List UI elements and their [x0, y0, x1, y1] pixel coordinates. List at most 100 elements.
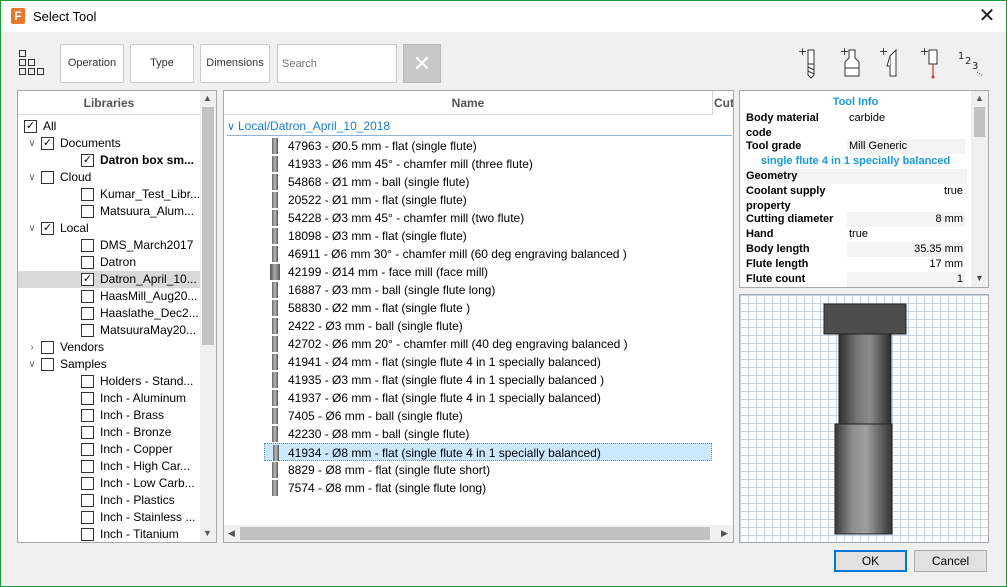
scroll-thumb[interactable]: [974, 107, 985, 137]
library-checkbox[interactable]: [41, 171, 54, 184]
tool-row[interactable]: 7574 - Ø8 mm - flat (single flute long): [268, 479, 712, 497]
library-item[interactable]: HaasMill_Aug20...: [18, 288, 200, 305]
library-checkbox[interactable]: [81, 392, 94, 405]
chevron-down-icon[interactable]: ∨: [18, 118, 20, 135]
scroll-down-icon[interactable]: ▼: [200, 526, 215, 541]
library-checkbox[interactable]: [81, 511, 94, 524]
library-checkbox[interactable]: ✓: [41, 137, 54, 150]
chevron-right-icon[interactable]: ›: [27, 339, 37, 356]
tool-row[interactable]: 41937 - Ø6 mm - flat (single flute 4 in …: [268, 389, 712, 407]
add-probe-icon[interactable]: +: [919, 46, 943, 80]
group-collapse-icon[interactable]: ∨: [227, 120, 235, 133]
library-checkbox[interactable]: [81, 426, 94, 439]
library-item[interactable]: ∨ ✓ Documents: [18, 135, 200, 152]
library-checkbox[interactable]: [81, 409, 94, 422]
library-checkbox[interactable]: [81, 205, 94, 218]
library-checkbox[interactable]: [81, 307, 94, 320]
tool-row[interactable]: 54868 - Ø1 mm - ball (single flute): [268, 173, 712, 191]
tool-row[interactable]: 46911 - Ø6 mm 30° - chamfer mill (60 deg…: [268, 245, 712, 263]
library-item[interactable]: Inch - Stainless ...: [18, 509, 200, 526]
library-item[interactable]: › Vendors: [18, 339, 200, 356]
scroll-up-icon[interactable]: ▲: [200, 91, 215, 106]
library-checkbox[interactable]: ✓: [24, 120, 37, 133]
library-item[interactable]: MatsuuraMay20...: [18, 322, 200, 339]
tool-list-hscrollbar[interactable]: ◀ ▶: [224, 525, 733, 542]
library-item[interactable]: Holders - Stand...: [18, 373, 200, 390]
add-mill-icon[interactable]: +: [797, 46, 821, 80]
renumber-icon[interactable]: 1 2 3: [957, 46, 985, 80]
tool-row[interactable]: 2422 - Ø3 mm - ball (single flute): [268, 317, 712, 335]
group-row[interactable]: ∨ Local/Datron_April_10_2018: [227, 118, 732, 136]
library-checkbox[interactable]: ✓: [41, 222, 54, 235]
library-checkbox[interactable]: [81, 528, 94, 541]
view-grid-icon[interactable]: [18, 49, 48, 77]
chevron-down-icon[interactable]: ∨: [27, 169, 37, 186]
tool-preview[interactable]: [739, 294, 989, 543]
cancel-button[interactable]: Cancel: [914, 550, 987, 572]
tool-row[interactable]: 8829 - Ø8 mm - flat (single flute short): [268, 461, 712, 479]
library-checkbox[interactable]: [81, 290, 94, 303]
library-item[interactable]: Inch - Titanium: [18, 526, 200, 543]
scroll-left-icon[interactable]: ◀: [224, 526, 239, 541]
library-checkbox[interactable]: [81, 256, 94, 269]
tool-row[interactable]: 58830 - Ø2 mm - flat (single flute ): [268, 299, 712, 317]
chevron-down-icon[interactable]: ∨: [27, 135, 37, 152]
library-checkbox[interactable]: [81, 239, 94, 252]
cut-column-header[interactable]: Cut: [714, 91, 733, 115]
chevron-down-icon[interactable]: ∨: [27, 220, 37, 237]
tool-info-scrollbar[interactable]: ▲ ▼: [971, 91, 988, 287]
library-item[interactable]: ∨ Cloud: [18, 169, 200, 186]
library-item[interactable]: ∨ ✓ All: [18, 118, 200, 135]
library-checkbox[interactable]: [81, 477, 94, 490]
library-checkbox[interactable]: [81, 188, 94, 201]
tool-row[interactable]: 7405 - Ø6 mm - ball (single flute): [268, 407, 712, 425]
library-item[interactable]: Haaslathe_Dec2...: [18, 305, 200, 322]
tool-row[interactable]: 41941 - Ø4 mm - flat (single flute 4 in …: [268, 353, 712, 371]
library-item[interactable]: ∨ ✓ Local: [18, 220, 200, 237]
ok-button[interactable]: OK: [834, 550, 907, 572]
tool-row[interactable]: 16887 - Ø3 mm - ball (single flute long): [268, 281, 712, 299]
scroll-thumb[interactable]: [202, 107, 214, 345]
tool-row[interactable]: 42702 - Ø6 mm 20° - chamfer mill (40 deg…: [268, 335, 712, 353]
tool-row[interactable]: 41934 - Ø8 mm - flat (single flute 4 in …: [264, 443, 712, 461]
tool-row[interactable]: 41935 - Ø3 mm - flat (single flute 4 in …: [268, 371, 712, 389]
tool-row[interactable]: 42199 - Ø14 mm - face mill (face mill): [268, 263, 712, 281]
search-input[interactable]: [277, 44, 397, 83]
tool-row[interactable]: 20522 - Ø1 mm - flat (single flute): [268, 191, 712, 209]
library-checkbox[interactable]: [41, 358, 54, 371]
name-column-header[interactable]: Name: [224, 91, 713, 115]
library-item[interactable]: Inch - Plastics: [18, 492, 200, 509]
type-filter-button[interactable]: Type: [130, 44, 194, 83]
library-item[interactable]: ✓ Datron_April_10...: [18, 271, 200, 288]
scroll-right-icon[interactable]: ▶: [717, 526, 732, 541]
library-item[interactable]: Inch - High Car...: [18, 458, 200, 475]
tool-row[interactable]: 41933 - Ø6 mm 45° - chamfer mill (three …: [268, 155, 712, 173]
tool-row[interactable]: 18098 - Ø3 mm - flat (single flute): [268, 227, 712, 245]
add-turning-icon[interactable]: +: [878, 46, 902, 80]
operation-filter-button[interactable]: Operation: [60, 44, 124, 83]
tool-row[interactable]: 47963 - Ø0.5 mm - flat (single flute): [268, 137, 712, 155]
chevron-down-icon[interactable]: ∨: [27, 356, 37, 373]
library-checkbox[interactable]: [81, 375, 94, 388]
library-item[interactable]: Inch - Low Carb...: [18, 475, 200, 492]
library-item[interactable]: Kumar_Test_Libr...: [18, 186, 200, 203]
add-holder-icon[interactable]: +: [839, 46, 863, 80]
library-item[interactable]: Inch - Brass: [18, 407, 200, 424]
hscroll-thumb[interactable]: [240, 527, 710, 540]
library-checkbox[interactable]: [81, 324, 94, 337]
library-checkbox[interactable]: ✓: [81, 154, 94, 167]
library-item[interactable]: ∨ Samples: [18, 356, 200, 373]
library-checkbox[interactable]: [81, 494, 94, 507]
library-checkbox[interactable]: ✓: [81, 273, 94, 286]
library-item[interactable]: ✓ Datron box sm...: [18, 152, 200, 169]
library-checkbox[interactable]: [81, 460, 94, 473]
library-item[interactable]: Inch - Copper: [18, 441, 200, 458]
library-item[interactable]: Matsuura_Alum...: [18, 203, 200, 220]
close-icon[interactable]: ✕: [969, 3, 1005, 31]
libraries-scrollbar[interactable]: ▲ ▼: [200, 91, 216, 542]
dimensions-filter-button[interactable]: Dimensions: [200, 44, 270, 83]
library-checkbox[interactable]: [41, 341, 54, 354]
library-item[interactable]: Datron: [18, 254, 200, 271]
library-item[interactable]: Inch - Bronze: [18, 424, 200, 441]
library-item[interactable]: Inch - Aluminum: [18, 390, 200, 407]
